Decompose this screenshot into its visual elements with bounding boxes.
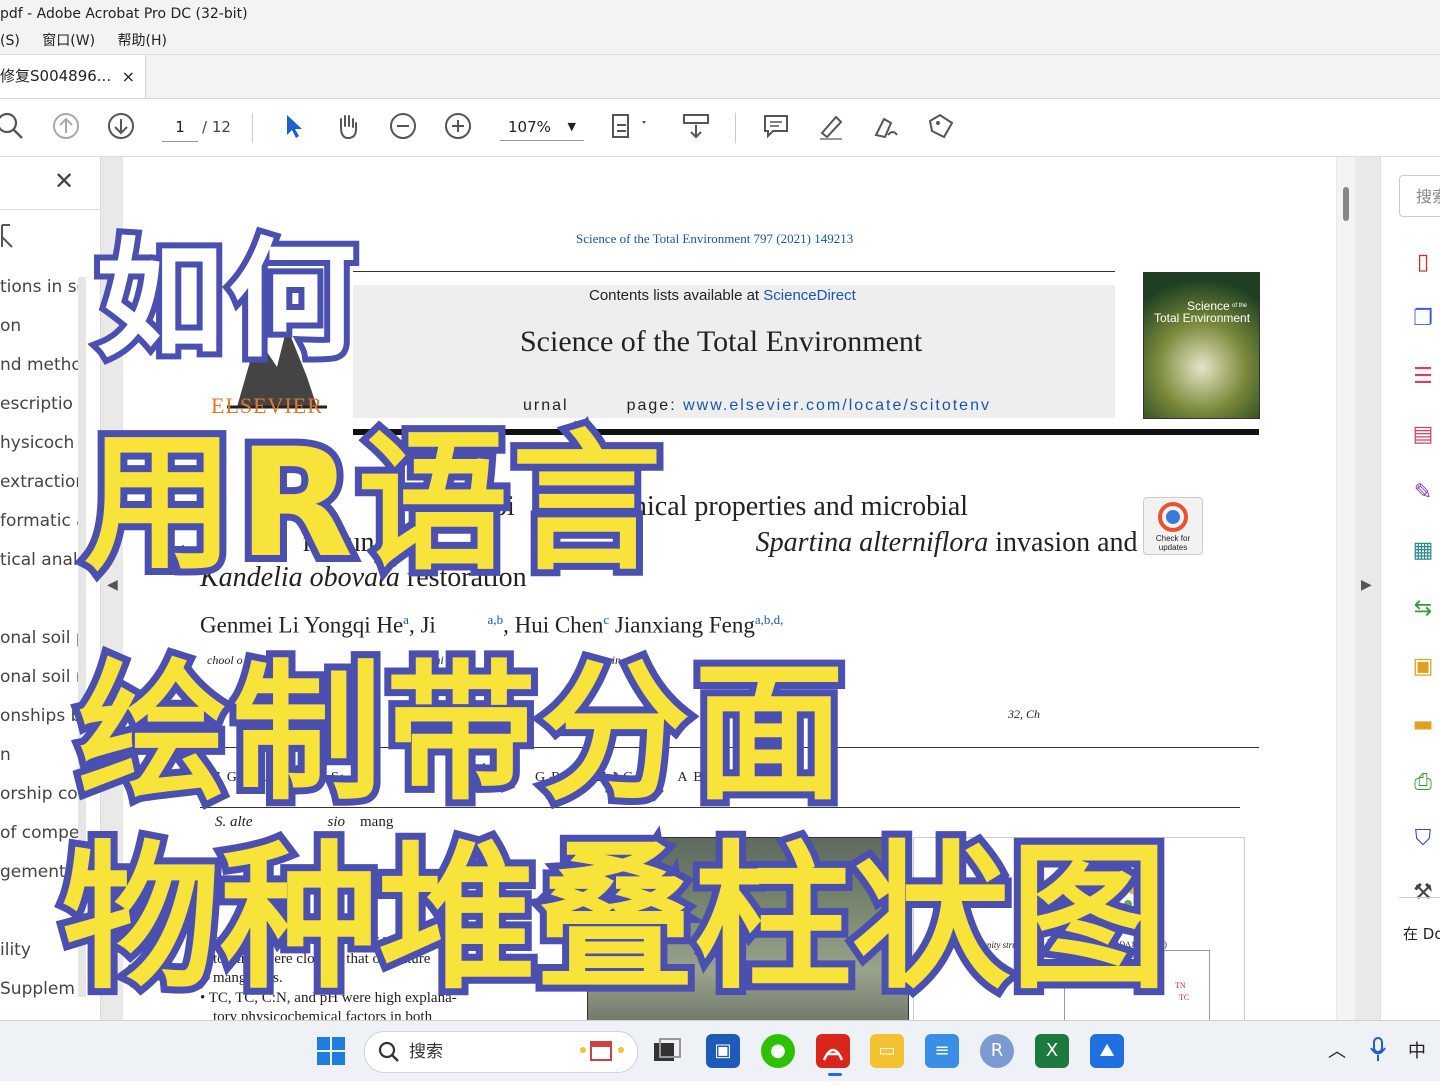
windows-start-icon[interactable] <box>314 1034 348 1068</box>
protect-shield-icon[interactable]: ⛉ <box>1409 825 1437 853</box>
notepad-icon[interactable]: ≡ <box>925 1034 959 1068</box>
menu-item-sign[interactable]: (S) <box>0 28 20 54</box>
zoom-out-icon[interactable] <box>387 111 419 143</box>
select-tool-icon[interactable] <box>278 111 310 143</box>
main-toolbar: 1 / 12 107% ▼ <box>0 99 1440 157</box>
bookmark-item[interactable]: formatic a <box>0 511 87 531</box>
taskbar-search[interactable]: 搜索 <box>364 1031 638 1073</box>
tools-pane: 搜索 ▯ ❐ ☰ ▤ ✎ ▦ ⇆ ▣ ▬ ⎙ ⛉ ⚒ 在 Do <box>1380 157 1440 1020</box>
sciencedirect-link[interactable]: ScienceDirect <box>763 287 856 304</box>
bookmark-item[interactable]: onships b <box>0 706 81 726</box>
contents-available: Contents lists available at ScienceDirec… <box>589 287 856 304</box>
panel-divider <box>0 209 100 210</box>
windows-taskbar: 搜索 ▣ ● ▭ ≡ R X ⛰ ︿ 中 <box>0 1020 1440 1081</box>
toolbar-divider <box>735 113 736 143</box>
page-fit-icon[interactable] <box>608 111 646 143</box>
header-rule <box>353 271 1115 272</box>
pane-bottom-text: 在 Do <box>1403 925 1440 943</box>
document-tab-bar: 修复S004896... × <box>0 55 1440 99</box>
close-tab-icon[interactable]: × <box>122 55 135 98</box>
send-for-review-icon[interactable]: ▣ <box>1409 653 1437 681</box>
expand-right-icon[interactable]: ▶ <box>1361 577 1372 593</box>
create-pdf-icon[interactable]: ▯ <box>1409 249 1437 277</box>
print-production-icon[interactable]: ⎙ <box>1409 769 1437 797</box>
hand-tool-icon[interactable] <box>332 111 364 143</box>
zoom-in-icon[interactable] <box>442 111 474 143</box>
zoom-level-select[interactable]: 107% ▼ <box>500 113 584 141</box>
microphone-icon[interactable] <box>1368 1035 1388 1067</box>
journal-title: Science of the Total Environment <box>520 325 923 358</box>
journal-cover-image: Science of the Total Environment <box>1143 272 1260 419</box>
menu-item-window[interactable]: 窗口(W) <box>42 28 95 54</box>
journal-citation[interactable]: Science of the Total Environment 797 (20… <box>576 231 853 247</box>
journal-homepage-link[interactable]: www.elsevier.com/locate/scitotenv <box>683 397 991 414</box>
document-tab-label: 修复S004896... <box>0 67 112 85</box>
window-title: pdf - Adobe Acrobat Pro DC (32-bit) <box>0 6 248 22</box>
compare-files-icon[interactable]: ⇆ <box>1409 595 1437 623</box>
microsoft-store-icon[interactable]: ▣ <box>706 1034 740 1068</box>
overlay-caption-line1: 如何 <box>90 220 362 381</box>
bookmark-item[interactable]: onal soil r <box>0 667 83 687</box>
window-title-bar: pdf - Adobe Acrobat Pro DC (32-bit) <box>0 0 1440 28</box>
toolbar-divider <box>252 113 253 143</box>
comment-icon[interactable] <box>760 111 792 143</box>
search-icon <box>377 1032 401 1087</box>
menu-item-help[interactable]: 帮助(H) <box>118 28 167 54</box>
bookmark-item[interactable]: onal soil p <box>0 628 87 648</box>
page-total: / 12 <box>202 118 231 136</box>
scrollbar-thumb[interactable] <box>1343 187 1349 221</box>
sign-icon[interactable] <box>870 111 902 143</box>
calendar-widget-icon <box>577 1036 627 1081</box>
active-app-indicator <box>828 1073 842 1076</box>
bookmark-item[interactable]: hysicoch <box>0 433 74 453</box>
find-zoom-icon[interactable] <box>0 111 26 143</box>
file-explorer-icon[interactable]: ▭ <box>870 1034 904 1068</box>
bookmark-item[interactable]: ility <box>0 940 31 960</box>
chevron-down-icon: ▼ <box>567 120 576 133</box>
excel-icon[interactable]: X <box>1035 1034 1069 1068</box>
pane-divider <box>1399 897 1440 898</box>
fill-sign-icon[interactable]: ✎ <box>1409 479 1437 507</box>
bookmark-item[interactable]: escriptio <box>0 394 73 414</box>
send-for-signature-icon[interactable]: ▦ <box>1409 537 1437 565</box>
next-page-icon[interactable] <box>105 111 137 143</box>
bookmark-item[interactable]: tions in sc <box>0 277 86 297</box>
previous-page-icon[interactable] <box>50 111 82 143</box>
taskbar-search-label: 搜索 <box>409 1042 443 1062</box>
wrench-icon[interactable]: ⚒ <box>1409 879 1437 907</box>
highlight-pen-icon[interactable] <box>815 111 847 143</box>
lark-app-icon[interactable]: ⛰ <box>1090 1034 1124 1068</box>
chevron-up-icon[interactable]: ︿ <box>1328 1037 1346 1063</box>
bookmark-item[interactable]: extraction <box>0 472 86 492</box>
bookmark-item[interactable]: n <box>0 745 11 765</box>
scroll-mode-icon[interactable] <box>680 111 712 143</box>
combine-files-icon[interactable]: ❐ <box>1409 305 1437 333</box>
overlay-caption-line2: 用R语言 <box>77 410 669 598</box>
stamp-icon[interactable] <box>925 111 957 143</box>
check-for-updates-badge[interactable]: Check for updates <box>1143 497 1203 555</box>
comment-tool-icon[interactable]: ▬ <box>1409 711 1437 739</box>
input-method-indicator[interactable]: 中 <box>1408 1037 1426 1063</box>
organize-pages-icon[interactable]: ☰ <box>1409 363 1437 391</box>
zoom-level-value: 107% <box>508 118 551 136</box>
task-view-icon[interactable] <box>650 1034 684 1068</box>
export-pdf-icon[interactable]: ▤ <box>1409 421 1437 449</box>
overlay-caption-line4: 物种堆叠柱状图 <box>55 820 1175 1018</box>
page-number-input[interactable]: 1 <box>162 113 198 142</box>
document-tab[interactable]: 修复S004896... × <box>0 55 146 98</box>
close-panel-icon[interactable]: ✕ <box>54 167 74 195</box>
bookmark-options-icon[interactable] <box>0 223 14 253</box>
menu-bar: (S) 窗口(W) 帮助(H) <box>0 28 1440 55</box>
document-scrollbar[interactable] <box>1337 157 1355 1020</box>
wechat-icon[interactable]: ● <box>761 1034 795 1068</box>
tools-search-input[interactable]: 搜索 <box>1399 175 1440 217</box>
bookmark-item[interactable]: tical analy <box>0 550 88 570</box>
bookmark-item[interactable]: nd metho <box>0 355 82 375</box>
r-app-icon[interactable]: R <box>980 1034 1014 1068</box>
acrobat-icon[interactable] <box>816 1034 850 1068</box>
bookmark-item[interactable]: on <box>0 316 21 336</box>
